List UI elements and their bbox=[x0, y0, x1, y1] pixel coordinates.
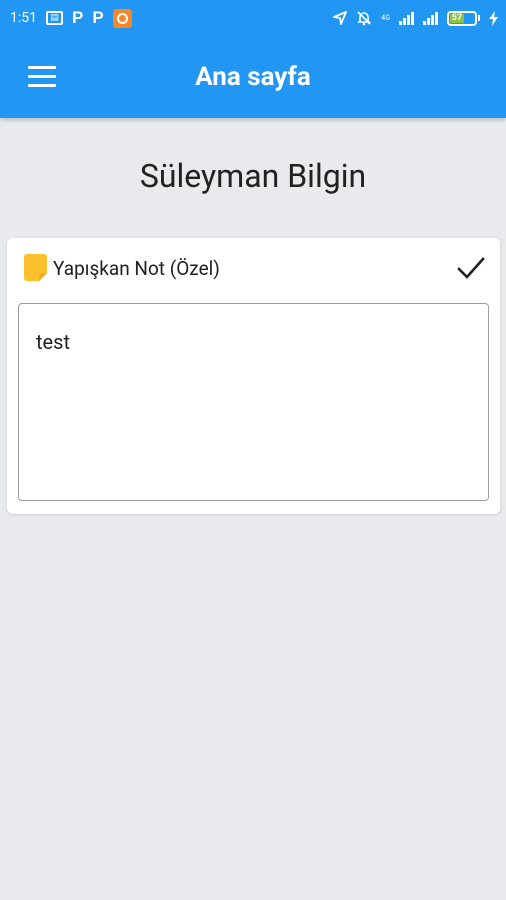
user-name-heading: Süleyman Bilgin bbox=[139, 157, 367, 195]
app-bar: Ana sayfa bbox=[0, 36, 506, 118]
note-header: Yapışkan Not (Özel) bbox=[7, 238, 500, 298]
notification-icon: ▤ bbox=[46, 11, 63, 25]
status-bar-left: 1:51 ▤ P P bbox=[10, 8, 132, 28]
parking-app-icon-2: P bbox=[92, 8, 104, 27]
muted-bell-icon bbox=[356, 10, 372, 26]
note-title: Yapışkan Not (Özel) bbox=[53, 257, 220, 280]
battery-level: 57 bbox=[450, 13, 464, 23]
check-icon[interactable] bbox=[456, 254, 486, 282]
note-text-area[interactable]: test bbox=[18, 303, 489, 501]
battery-icon: 57 bbox=[447, 10, 480, 26]
charging-bolt-icon bbox=[489, 10, 498, 26]
status-bar-right: 4G 57 bbox=[333, 10, 498, 26]
network-type-label: 4G bbox=[381, 13, 390, 22]
sticky-note-icon bbox=[24, 254, 47, 281]
status-time: 1:51 bbox=[10, 10, 37, 26]
signal-strength-icon bbox=[399, 11, 414, 25]
sticky-note-card: Yapışkan Not (Özel) test bbox=[7, 238, 500, 514]
page-title: Ana sayfa bbox=[195, 62, 311, 92]
parking-app-icon: P bbox=[72, 8, 84, 27]
status-bar: 1:51 ▤ P P 4G 57 bbox=[0, 0, 506, 36]
app-notification-icon bbox=[112, 8, 132, 28]
signal-strength-icon-2 bbox=[423, 11, 438, 25]
location-arrow-icon bbox=[333, 11, 348, 25]
